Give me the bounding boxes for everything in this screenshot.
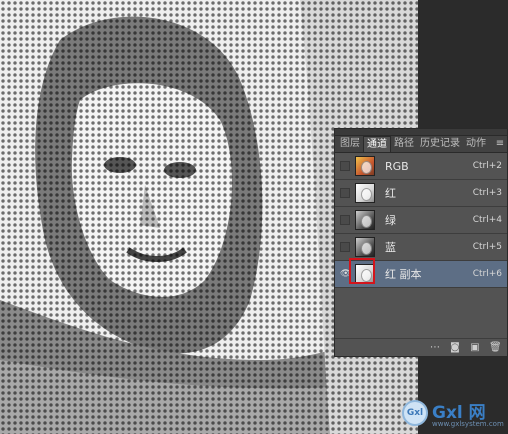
watermark-url: www.gxlsystem.com [432,420,504,428]
channel-label: 红 [385,187,396,200]
channel-shortcut: Ctrl+5 [472,242,502,252]
delete-channel-icon[interactable]: 🗑 [489,342,502,353]
red-highlight-box [349,258,375,284]
channel-thumbnail [355,210,375,230]
panel-bottom-toolbar: ⋯ ◙ ▣ 🗑 [335,338,507,356]
channel-thumbnail [355,183,375,203]
visibility-toggle[interactable] [340,188,350,198]
tab-actions[interactable]: 动作 [463,136,489,152]
tab-layers[interactable]: 图层 [337,136,363,152]
save-selection-icon[interactable]: ◙ [449,342,461,353]
channel-row-blue[interactable]: 蓝 Ctrl+5 [335,234,507,261]
visibility-toggle[interactable] [340,215,350,225]
load-selection-icon[interactable]: ⋯ [429,342,441,353]
channel-row-rgb[interactable]: RGB Ctrl+2 [335,153,507,180]
channel-label: 蓝 [385,241,396,254]
panel-menu-icon[interactable]: ≡ [493,136,507,152]
panel-tab-bar: 图层 通道 路径 历史记录 动作 ≡ [335,136,507,153]
tab-history[interactable]: 历史记录 [417,136,463,152]
new-channel-icon[interactable]: ▣ [469,342,481,353]
channel-row-red[interactable]: 红 Ctrl+3 [335,180,507,207]
channel-shortcut: Ctrl+2 [472,161,502,171]
site-watermark: Gxl Gxl 网 www.gxlsystem.com [398,398,506,432]
channel-shortcut: Ctrl+4 [472,215,502,225]
channel-shortcut: Ctrl+6 [472,269,502,279]
tab-channels[interactable]: 通道 [363,136,391,152]
visibility-toggle[interactable] [340,161,350,171]
channel-thumbnail [355,237,375,257]
channel-thumbnail [355,156,375,176]
watermark-logo: Gxl [402,400,428,426]
channel-label: 绿 [385,214,396,227]
tab-paths[interactable]: 路径 [391,136,417,152]
panel-titlebar[interactable] [335,129,507,136]
channel-label: 红 副本 [385,268,422,281]
channel-shortcut: Ctrl+3 [472,188,502,198]
channels-panel: 图层 通道 路径 历史记录 动作 ≡ RGB Ctrl+2 红 Ctrl+3 绿… [334,128,508,357]
channel-label: RGB [385,159,409,173]
channel-row-green[interactable]: 绿 Ctrl+4 [335,207,507,234]
visibility-toggle[interactable] [340,242,350,252]
